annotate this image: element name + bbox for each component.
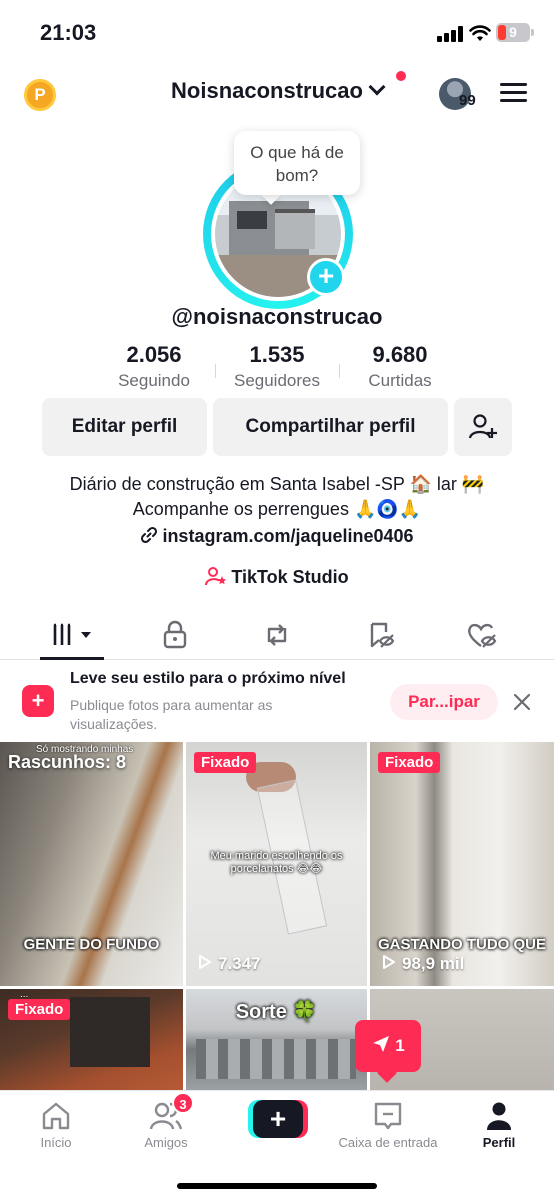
header-avatar-count: 99 [459, 92, 476, 109]
heart-hidden-icon [468, 623, 497, 648]
chevron-down-icon[interactable] [368, 78, 386, 96]
add-story-button[interactable]: + [307, 258, 345, 296]
friends-badge: 3 [172, 1092, 194, 1114]
nav-label: Início [40, 1135, 72, 1150]
status-bar: 21:03 9 [0, 0, 554, 62]
nav-label: Perfil [482, 1135, 516, 1150]
tile-caption: GASTANDO TUDO QUE [377, 936, 547, 953]
tile-caption: Sorte 🍀 [235, 1001, 318, 1023]
stat-value: 2.056 [126, 342, 182, 367]
view-count: 98,9 mil [382, 954, 464, 974]
pinned-badge: Fixado [194, 752, 257, 773]
video-grid: Só mostrando minhas Rascunhos: 8 GENTE D… [0, 742, 554, 1090]
edit-profile-button[interactable]: Editar perfil [42, 398, 207, 456]
menu-icon[interactable] [500, 83, 527, 103]
participate-button[interactable]: Par...ipar [390, 684, 498, 720]
photo-plus-icon: + [22, 685, 54, 717]
bio-line: Diário de construção em Santa Isabel -SP… [69, 474, 485, 494]
studio-label[interactable]: TikTok Studio [231, 567, 348, 587]
plus-icon: + [253, 1100, 303, 1138]
studio-icon [205, 567, 227, 586]
tab-reposts[interactable] [262, 620, 302, 650]
notification-dot [396, 71, 406, 81]
pinned-badge: Fixado [378, 752, 441, 773]
video-tile[interactable]: Sorte 🍀 [186, 989, 367, 1090]
stat-label: Seguidores [233, 371, 320, 390]
promo-title: Leve seu estilo para o próximo nível [70, 670, 346, 687]
video-tile-drafts[interactable]: Só mostrando minhas Rascunhos: 8 GENTE D… [0, 742, 183, 986]
promo-subtitle: Publique fotos para aumentar as visualiz… [70, 697, 273, 732]
username[interactable]: Noisnaconstrucao [171, 78, 363, 104]
home-indicator [177, 1183, 377, 1189]
link-icon [141, 526, 158, 544]
add-friend-button[interactable] [454, 398, 512, 456]
stat-value: 9.680 [372, 342, 428, 367]
profile-link[interactable]: instagram.com/jaqueline0406 [0, 526, 554, 547]
repost-icon [267, 624, 287, 646]
close-icon[interactable] [510, 690, 534, 714]
view-count-value: 7.347 [218, 954, 261, 973]
grid-icon [53, 623, 91, 645]
tab-videos[interactable] [52, 620, 96, 650]
tile-caption: GENTE DO FUNDO [23, 936, 160, 953]
play-icon [199, 955, 211, 969]
profile-stats: 2.056 Seguindo 1.535 Seguidores 9.680 Cu… [0, 342, 554, 394]
nav-label: Amigos [144, 1135, 188, 1150]
nav-label: Caixa de entrada [338, 1135, 438, 1150]
status-time: 21:03 [40, 20, 97, 45]
stat-following[interactable]: 2.056 Seguindo [104, 342, 204, 391]
profile-handle: @noisnaconstrucao [171, 304, 383, 329]
add-user-icon [468, 414, 497, 439]
stat-label: Seguindo [118, 371, 190, 390]
video-tile[interactable]: Fixado GASTANDO TUDO QUE 98,9 mil [370, 742, 554, 986]
stat-label: Curtidas [368, 371, 432, 390]
tab-saved[interactable] [366, 620, 406, 650]
tab-liked[interactable] [466, 620, 506, 650]
wifi-icon [469, 25, 491, 41]
pinned-badge: Fixado [8, 999, 71, 1020]
bio-line: Acompanhe os perrengues 🙏🧿🙏 [132, 499, 422, 519]
tiktok-studio-link[interactable]: TikTok Studio [0, 566, 554, 588]
tab-private[interactable] [160, 620, 200, 650]
stat-likes[interactable]: 9.680 Curtidas [350, 342, 450, 391]
lock-icon [163, 620, 187, 649]
tile-caption: Meu marido escolhendo os porcelanatos 😂😂 [210, 850, 343, 875]
video-tile[interactable]: Fixado Meu marido escolhendo os porcelan… [186, 742, 367, 986]
inbox-icon [374, 1102, 402, 1130]
link-text[interactable]: instagram.com/jaqueline0406 [162, 526, 413, 546]
nav-profile[interactable]: Perfil [468, 1099, 530, 1150]
content-tabs [0, 612, 554, 660]
stat-followers[interactable]: 1.535 Seguidores [222, 342, 332, 391]
play-icon [383, 955, 395, 969]
share-profile-button[interactable]: Compartilhar perfil [213, 398, 448, 456]
inbox-count: 1 [395, 1036, 405, 1055]
create-button[interactable]: + [248, 1100, 308, 1138]
view-count: 7.347 [198, 954, 261, 974]
profile-bio: Diário de construção em Santa Isabel -SP… [0, 472, 554, 522]
nav-inbox[interactable]: Caixa de entrada [328, 1099, 448, 1150]
drafts-label: Rascunhos: 8 [8, 752, 127, 772]
nav-home[interactable]: Início [20, 1099, 92, 1150]
inbox-notification-button[interactable]: 1 [355, 1020, 421, 1072]
bookmark-hidden-icon [370, 622, 395, 648]
note-bubble[interactable]: O que há de bom? [234, 131, 360, 195]
send-icon [373, 1036, 390, 1052]
home-icon [42, 1102, 70, 1130]
battery-level: 9 [509, 24, 517, 40]
battery-icon: 9 [496, 23, 530, 42]
profile-icon [487, 1102, 511, 1130]
video-tile[interactable]: ... Fixado [0, 989, 183, 1090]
signal-icon [437, 26, 463, 42]
stat-value: 1.535 [249, 342, 305, 367]
view-count-value: 98,9 mil [402, 954, 465, 973]
